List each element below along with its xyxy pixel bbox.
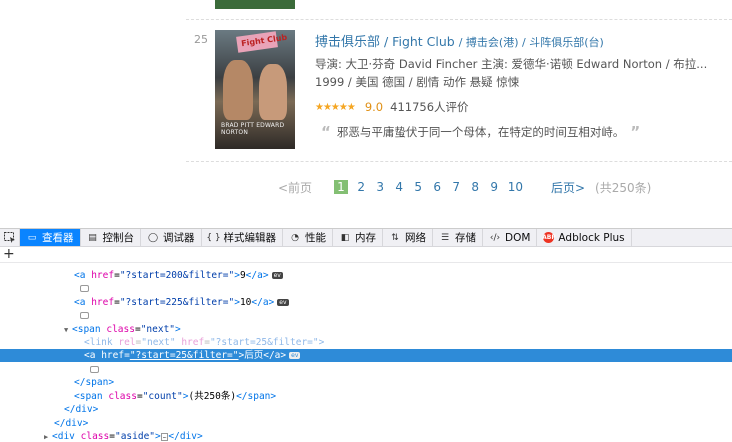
tab-console[interactable]: ▤ 控制台 [81, 229, 141, 246]
tab-storage[interactable]: ☰ 存储 [433, 229, 483, 246]
tab-label: 调试器 [163, 232, 195, 244]
tab-dom[interactable]: ‹/› DOM [483, 229, 538, 246]
tab-label: 存储 [455, 232, 476, 244]
markup-node[interactable]: </div> [0, 417, 732, 430]
twisty-closed-icon[interactable]: ▶ [44, 431, 52, 442]
tab-network[interactable]: ⇅ 网络 [383, 229, 433, 246]
inspector-icon: ▭ [27, 232, 37, 243]
tab-inspector[interactable]: ▭ 查看器 [20, 229, 81, 246]
tab-performance[interactable]: ◔ 性能 [283, 229, 333, 246]
performance-icon: ◔ [291, 232, 299, 243]
movie-meta: 1999 / 美国 德国 / 剧情 动作 悬疑 惊悚 [315, 75, 520, 89]
movie-quote: “ 邪恶与平庸蛰伏于同一个母体，在特定的时间互相对峙。 ” [315, 124, 646, 140]
markup-node[interactable]: ▼ <span class="next"> [0, 323, 732, 336]
devtools-panel: ▭ 查看器 ▤ 控制台 ◯ 调试器 { } 样式编辑器 ◔ 性能 ◧ 内存 ⇅ … [0, 228, 732, 442]
devtools-toolbar: ▭ 查看器 ▤ 控制台 ◯ 调试器 { } 样式编辑器 ◔ 性能 ◧ 内存 ⇅ … [0, 229, 732, 247]
whitespace-node[interactable] [0, 282, 732, 295]
douban-page: 25 Fight Club BRAD PITT EDWARD NORTON 搏击… [0, 0, 732, 228]
tab-style-editor[interactable]: { } 样式编辑器 [202, 229, 283, 246]
whitespace-node[interactable] [0, 309, 732, 322]
tab-adblock-plus[interactable]: ABP Adblock Plus [537, 229, 632, 246]
movie-poster[interactable]: Fight Club BRAD PITT EDWARD NORTON [215, 30, 295, 149]
page-link-10[interactable]: 10 [508, 180, 523, 194]
tab-label: 样式编辑器 [223, 232, 277, 244]
expand-whitespace-icon[interactable] [80, 285, 89, 292]
page-link-4[interactable]: 4 [394, 180, 405, 194]
next-page-link[interactable]: 后页> [551, 179, 585, 196]
page-link-5[interactable]: 5 [413, 180, 424, 194]
style-editor-icon: { } [206, 232, 221, 243]
quote-close-icon: ” [630, 123, 641, 141]
rating-votes: 411756人评价 [390, 100, 469, 114]
expand-whitespace-icon[interactable] [80, 312, 89, 319]
whitespace-node[interactable] [0, 363, 732, 376]
memory-icon: ◧ [340, 232, 350, 243]
markup-toolbar: + [0, 246, 732, 263]
tab-label: 控制台 [102, 232, 135, 244]
movie-crew: 导演: 大卫·芬奇 David Fincher 主演: 爱德华·诺顿 Edwar… [315, 57, 708, 71]
page-link-8[interactable]: 8 [470, 180, 481, 194]
storage-icon: ☰ [440, 232, 450, 243]
prev-page: <前页 [278, 180, 313, 195]
tab-debugger[interactable]: ◯ 调试器 [141, 229, 202, 246]
tab-label: 网络 [405, 232, 426, 244]
tab-label: Adblock Plus [558, 231, 625, 244]
quote-open-icon: “ [321, 123, 331, 141]
page-link-6[interactable]: 6 [432, 180, 443, 194]
movie-title-link[interactable]: 搏击俱乐部 / Fight Club / 搏击会(港) / 斗阵俱乐部(台) [315, 31, 604, 50]
event-badge[interactable]: ev [289, 352, 301, 359]
movie-title-main[interactable]: 搏击俱乐部 [315, 35, 380, 50]
debugger-icon: ◯ [147, 232, 159, 243]
markup-node[interactable]: <link rel="next" href="?start=25&filter=… [0, 336, 732, 349]
element-picker-button[interactable] [0, 229, 20, 246]
tab-label: 性能 [305, 232, 326, 244]
selected-markup-node[interactable]: <a href="?start=25&filter=">后页</a> ev [0, 349, 732, 362]
event-badge[interactable]: ev [271, 272, 283, 279]
tab-label: DOM [505, 231, 531, 244]
total-count: (共250条) [595, 180, 652, 195]
element-picker-icon [3, 232, 15, 243]
markup-node[interactable]: </span> [0, 376, 732, 389]
adblock-plus-icon: ABP [542, 232, 556, 243]
markup-node[interactable]: <a href="?start=225&filter=">10</a> ev [0, 296, 732, 309]
dom-icon: ‹/› [489, 232, 501, 243]
console-icon: ▤ [88, 232, 97, 243]
markup-node[interactable]: </div> [0, 403, 732, 416]
poster-figure-right [259, 64, 287, 120]
poster-actor-names: BRAD PITT EDWARD NORTON [221, 122, 285, 136]
quote-text: 邪恶与平庸蛰伏于同一个母体，在特定的时间互相对峙。 [336, 125, 625, 139]
add-node-button[interactable]: + [3, 246, 15, 262]
rating-score: 9.0 [364, 100, 384, 114]
network-icon: ⇅ [391, 232, 399, 243]
event-badge[interactable]: ev [277, 299, 289, 306]
page-link-7[interactable]: 7 [451, 180, 462, 194]
movie-title-english[interactable]: / Fight Club [384, 34, 455, 49]
markup-node[interactable]: ▶ <div class="aside">… </div> [0, 430, 732, 442]
page-link-9[interactable]: 9 [489, 180, 500, 194]
divider [186, 161, 732, 162]
movie-rank: 25 [194, 33, 208, 46]
tab-memory[interactable]: ◧ 内存 [333, 229, 383, 246]
divider [186, 19, 732, 20]
previous-movie-poster[interactable] [215, 0, 295, 9]
markup-node[interactable]: <span class="count">(共250条)</span> [0, 390, 732, 403]
current-page: 1 [334, 180, 348, 194]
tab-label: 查看器 [42, 232, 74, 244]
markup-node[interactable]: <a href="?start=200&filter=">9</a> ev [0, 269, 732, 282]
page-link-3[interactable]: 3 [375, 180, 386, 194]
movie-title-other[interactable]: / 搏击会(港) / 斗阵俱乐部(台) [459, 36, 604, 49]
expand-whitespace-icon[interactable] [90, 366, 99, 373]
movie-rating: ★★★★★ 9.0 411756人评价 [315, 99, 469, 115]
poster-figure-left [223, 60, 253, 120]
rating-stars-icon: ★★★★★ [315, 101, 356, 113]
page-link-2[interactable]: 2 [356, 180, 367, 194]
paginator: <前页 1 2 3 4 5 6 7 8 9 10 后页> (共250条) [278, 178, 651, 196]
tab-label: 内存 [355, 232, 376, 244]
